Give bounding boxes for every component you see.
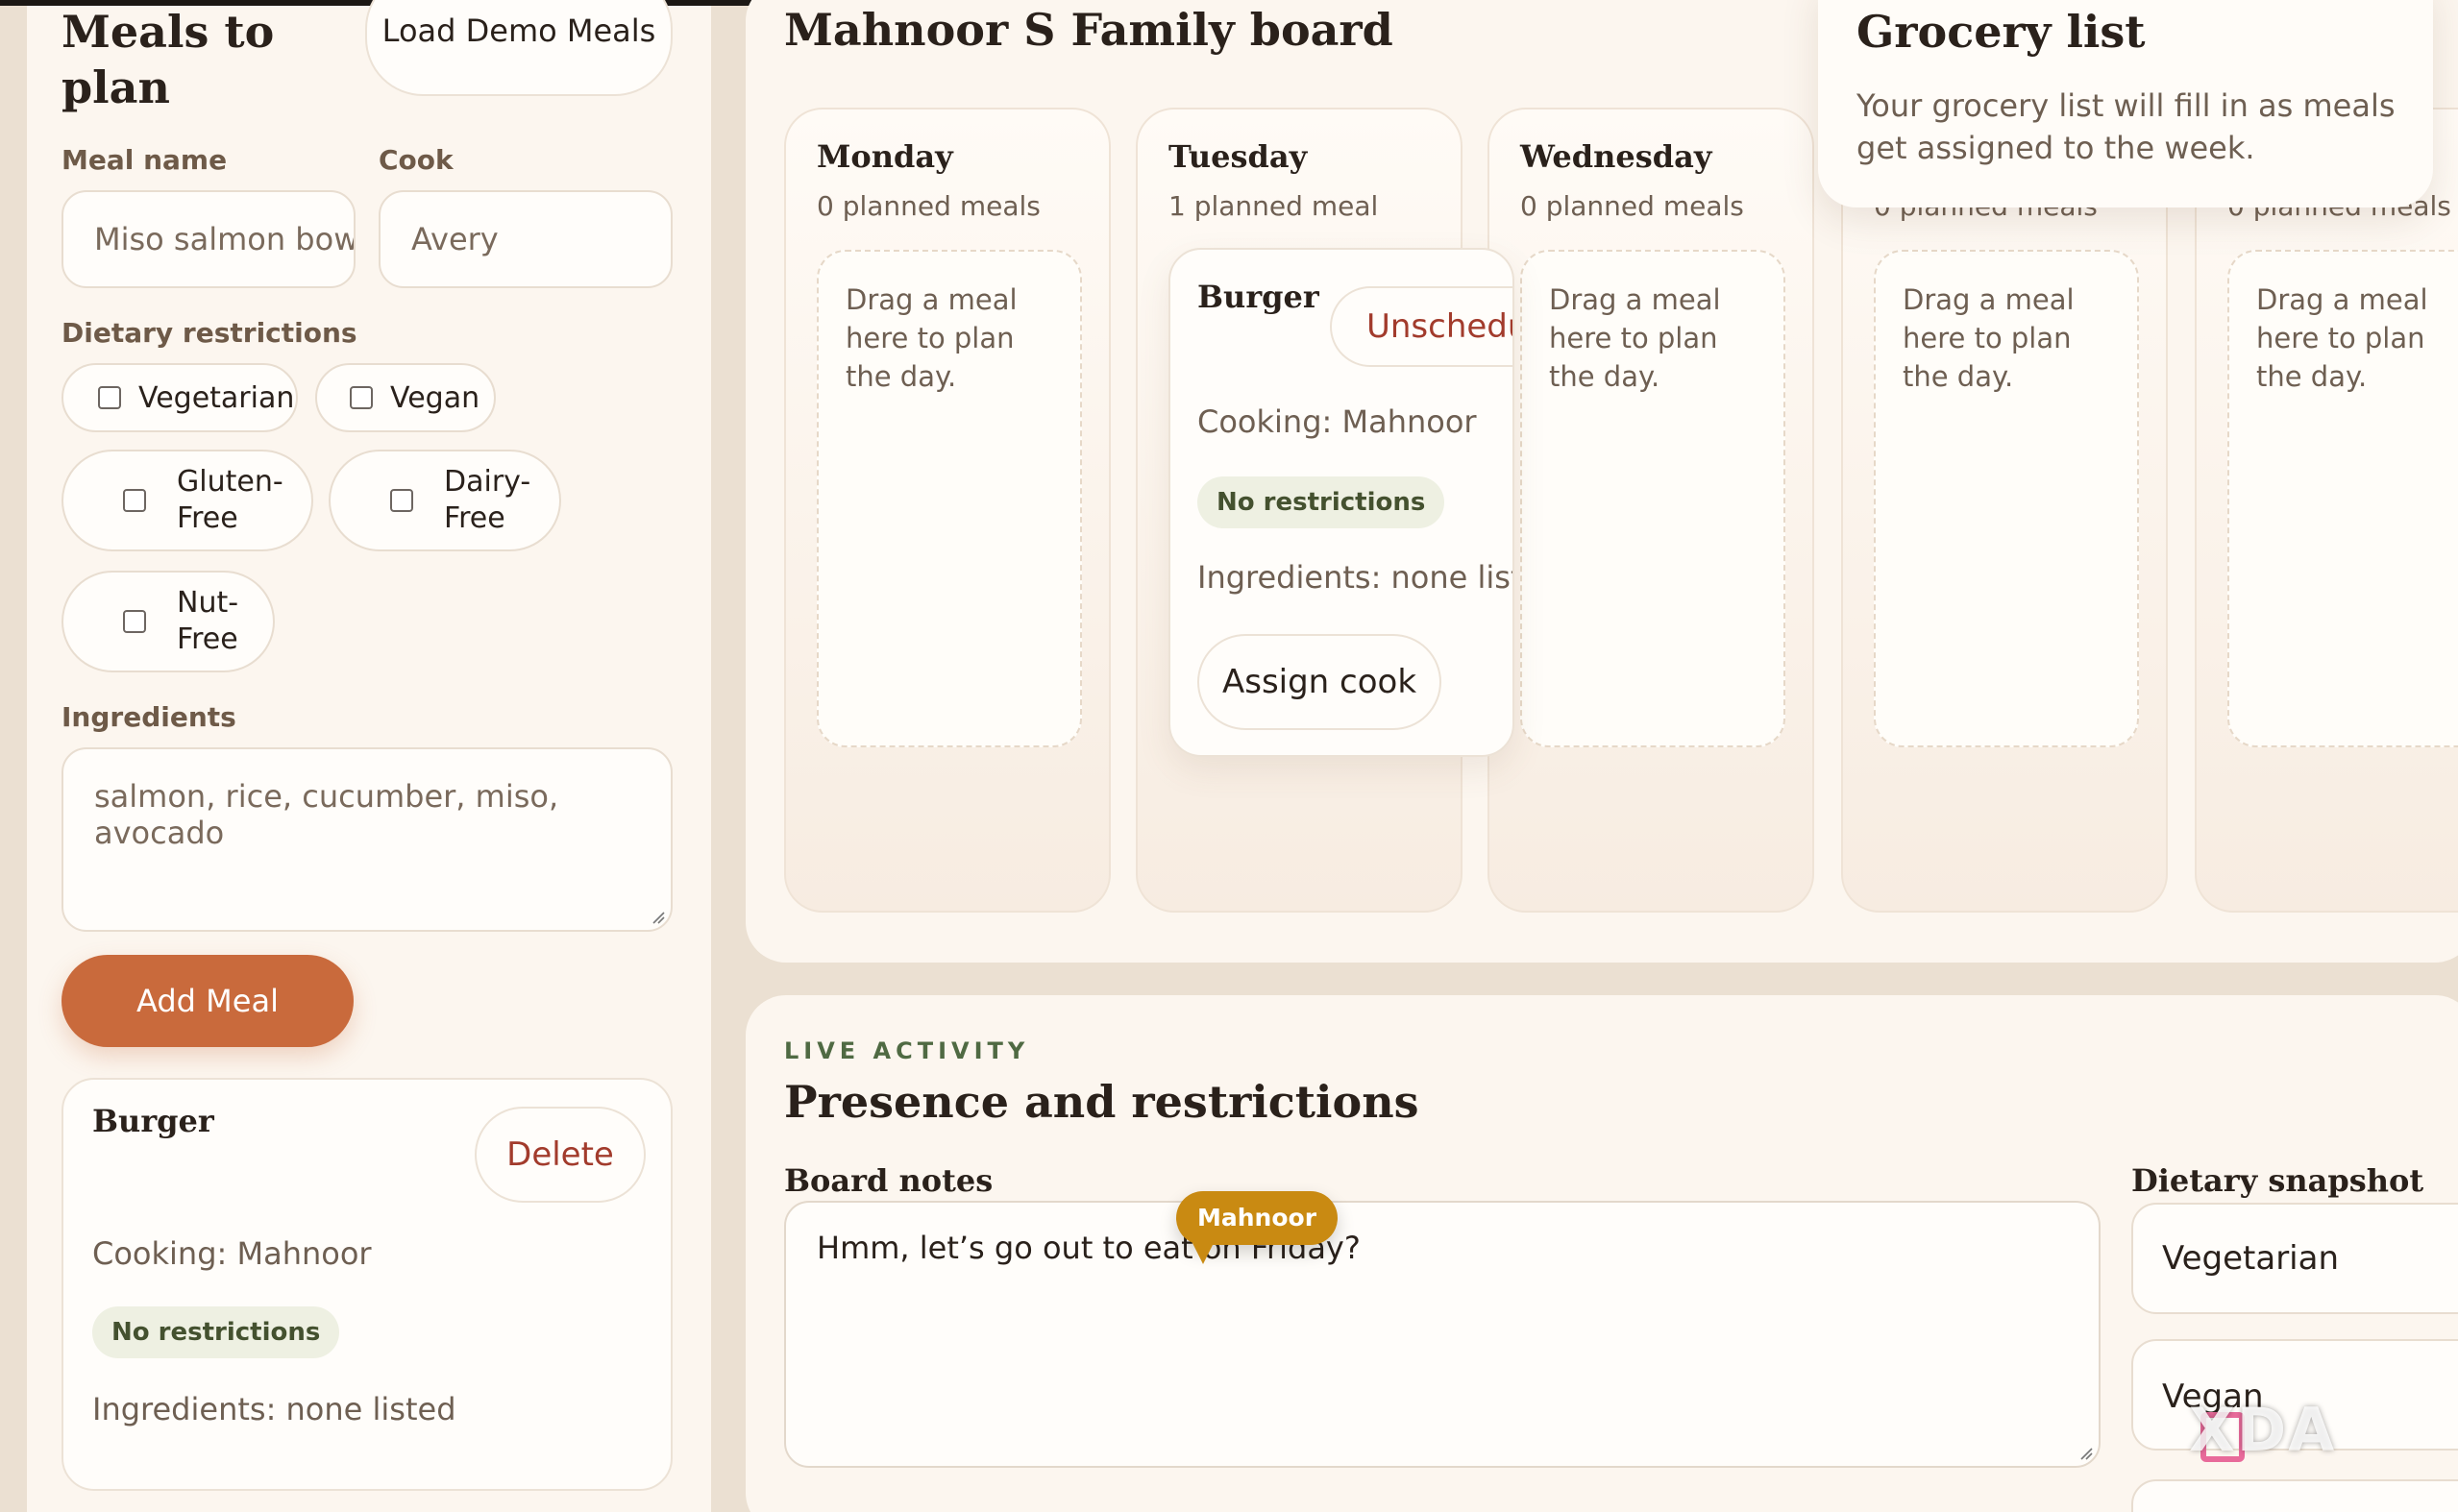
grocery-list-popover: Grocery list Your grocery list will fill… xyxy=(1818,0,2433,207)
nut-free-label: Nut-Free xyxy=(177,586,239,656)
board-title: Mahnoor S Family board xyxy=(784,4,1393,56)
load-demo-meals-button[interactable]: Load Demo Meals xyxy=(365,0,673,96)
scheduled-meal-title: Burger xyxy=(1197,279,1319,315)
day-meal-count: 0 planned meals xyxy=(817,190,1041,222)
meal-card-burger[interactable]: Burger Delete Cooking: Mahnoor No restri… xyxy=(61,1078,673,1491)
day-name: Monday xyxy=(817,138,953,175)
dairy-free-label: Dairy-Free xyxy=(444,465,531,535)
vegan-label: Vegan xyxy=(390,380,480,415)
board-notes-textarea[interactable]: Hmm, let’s go out to eat on Friday? xyxy=(784,1201,2101,1468)
day-column-friday[interactable]: 0 planned meals Drag a meal here to plan… xyxy=(2195,108,2458,913)
gluten-free-label: Gluten-Free xyxy=(177,465,283,535)
meal-card-ingredients: Ingredients: none listed xyxy=(92,1391,456,1427)
unschedule-button[interactable]: Unschedule xyxy=(1330,286,1512,367)
cook-input[interactable]: Avery xyxy=(379,190,673,288)
resize-grip-icon[interactable] xyxy=(2077,1445,2093,1460)
gluten-free-checkbox[interactable] xyxy=(123,489,146,512)
xda-watermark: XDA xyxy=(2189,1395,2337,1465)
meal-card-title: Burger xyxy=(92,1103,214,1139)
nut-free-checkbox-chip[interactable]: Nut-Free xyxy=(61,571,275,672)
live-activity-eyebrow: LIVE ACTIVITY xyxy=(784,1037,1030,1064)
meal-name-input[interactable]: Miso salmon bowl xyxy=(61,190,356,288)
restriction-badge: No restrictions xyxy=(1197,476,1445,528)
day-name: Tuesday xyxy=(1168,138,1308,175)
add-meal-button[interactable]: Add Meal xyxy=(61,955,354,1047)
dairy-free-checkbox-chip[interactable]: Dairy-Free xyxy=(329,450,561,551)
ingredients-textarea[interactable]: salmon, rice, cucumber, miso, avocado xyxy=(61,747,673,932)
presence-cursor-pointer xyxy=(1192,1241,1215,1264)
day-name: Wednesday xyxy=(1520,138,1712,175)
scheduled-meal-ingredients: Ingredients: none listed xyxy=(1197,559,1512,596)
presence-cursor-label: Mahnoor xyxy=(1176,1191,1339,1245)
scheduled-meal-cook: Cooking: Mahnoor xyxy=(1197,403,1477,440)
scheduled-meal-card-burger[interactable]: Burger Unschedule Cooking: Mahnoor No re… xyxy=(1168,248,1514,757)
grocery-title: Grocery list xyxy=(1856,6,2146,58)
vegetarian-checkbox[interactable] xyxy=(98,386,121,409)
delete-meal-button[interactable]: Delete xyxy=(475,1107,646,1203)
assign-cook-button[interactable]: Assign cook xyxy=(1197,634,1441,730)
day-meal-count: 0 planned meals xyxy=(1520,190,1744,222)
snapshot-item-next xyxy=(2131,1479,2458,1512)
nut-free-checkbox[interactable] xyxy=(123,610,146,633)
dairy-free-checkbox[interactable] xyxy=(390,489,413,512)
vegetarian-label: Vegetarian xyxy=(138,380,295,415)
vegan-checkbox[interactable] xyxy=(350,386,373,409)
day-column-wednesday[interactable]: Wednesday 0 planned meals Drag a meal he… xyxy=(1487,108,1814,913)
cook-label: Cook xyxy=(379,144,454,176)
meal-card-cook: Cooking: Mahnoor xyxy=(92,1235,372,1272)
vegetarian-checkbox-chip[interactable]: Vegetarian xyxy=(61,363,298,432)
day-column-monday[interactable]: Monday 0 planned meals Drag a meal here … xyxy=(784,108,1111,913)
live-activity-title: Presence and restrictions xyxy=(784,1076,1419,1128)
dietary-restrictions-label: Dietary restrictions xyxy=(61,317,357,349)
drop-zone[interactable]: Drag a meal here to plan the day. xyxy=(1520,250,1785,747)
drop-zone[interactable]: Drag a meal here to plan the day. xyxy=(1874,250,2139,747)
panel-title: Meals to plan xyxy=(61,6,275,113)
gluten-free-checkbox-chip[interactable]: Gluten-Free xyxy=(61,450,313,551)
drop-zone[interactable]: Drag a meal here to plan the day. xyxy=(817,250,1082,747)
drop-zone-hint: Drag a meal here to plan the day. xyxy=(846,283,1018,393)
meal-name-label: Meal name xyxy=(61,144,228,176)
board-notes-label: Board notes xyxy=(784,1162,994,1199)
drop-zone-hint: Drag a meal here to plan the day. xyxy=(1549,283,1721,393)
ingredients-label: Ingredients xyxy=(61,701,236,733)
resize-grip-icon[interactable] xyxy=(650,909,665,924)
restriction-badge: No restrictions xyxy=(92,1306,340,1358)
day-meal-count: 1 planned meal xyxy=(1168,190,1379,222)
drop-zone[interactable]: Drag a meal here to plan the day. xyxy=(2227,250,2458,747)
ingredients-placeholder: salmon, rice, cucumber, miso, avocado xyxy=(94,778,559,851)
vegan-checkbox-chip[interactable]: Vegan xyxy=(315,363,496,432)
drop-zone-hint: Drag a meal here to plan the day. xyxy=(2256,283,2428,393)
snapshot-item-vegetarian: Vegetarian xyxy=(2131,1203,2458,1314)
day-column-thursday[interactable]: 0 planned meals Drag a meal here to plan… xyxy=(1841,108,2168,913)
dietary-snapshot-label: Dietary snapshot xyxy=(2131,1162,2424,1199)
grocery-empty-text: Your grocery list will fill in as meals … xyxy=(1856,87,2396,166)
drop-zone-hint: Drag a meal here to plan the day. xyxy=(1903,283,2075,393)
